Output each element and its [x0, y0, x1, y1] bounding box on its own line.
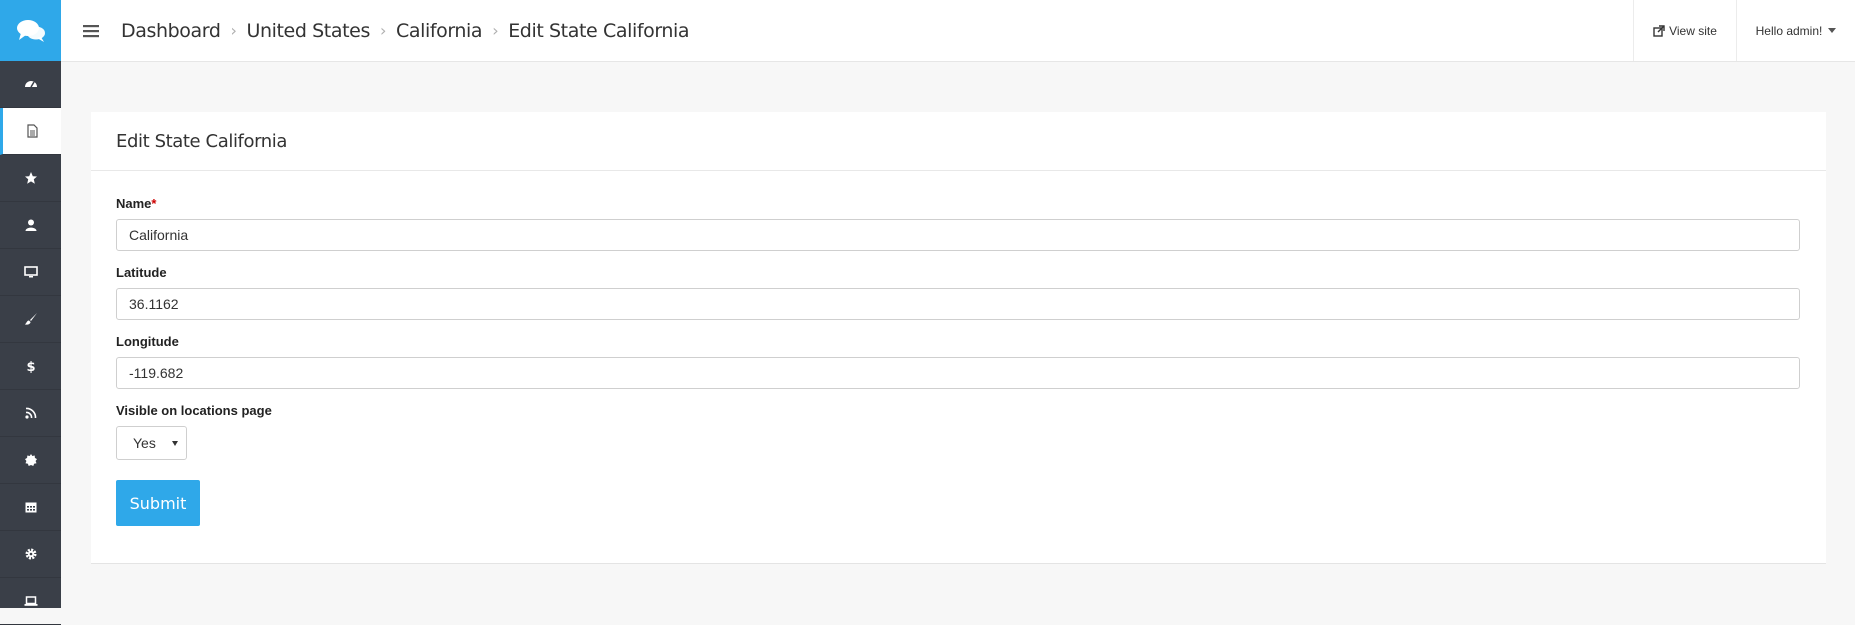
laptop-icon [24, 596, 37, 606]
breadcrumb-united-states[interactable]: United States [246, 20, 370, 42]
sidebar-item-documents[interactable] [0, 108, 61, 155]
sidebar-item-payments[interactable]: $ [0, 343, 61, 390]
required-mark: * [151, 196, 157, 211]
menu-toggle-button[interactable] [61, 0, 121, 61]
latitude-label: Latitude [116, 265, 167, 280]
breadcrumb-separator: › [492, 21, 499, 40]
breadcrumb-separator: › [230, 21, 237, 40]
star-icon [24, 172, 37, 184]
sidebar-item-calendar[interactable] [0, 484, 61, 531]
sidebar-item-feeds[interactable] [0, 390, 61, 437]
sidebar-item-badges[interactable] [0, 437, 61, 484]
longitude-label: Longitude [116, 334, 179, 349]
sidebar-item-favorites[interactable] [0, 155, 61, 202]
breadcrumb: Dashboard › United States › California ›… [121, 19, 690, 42]
name-label: Name* [116, 196, 1801, 211]
chevron-down-icon [1828, 28, 1837, 33]
latitude-field-value: 36.1162 [129, 296, 179, 312]
sidebar-item-settings[interactable] [0, 531, 61, 578]
longitude-field-value: -119.682 [129, 365, 184, 381]
view-site-label: View site [1669, 23, 1717, 38]
breadcrumb-california[interactable]: California [396, 20, 483, 42]
svg-text:$: $ [26, 360, 35, 373]
hamburger-icon [83, 24, 99, 37]
edit-state-card: Edit State California Name* California L… [91, 112, 1826, 564]
calendar-icon [25, 502, 36, 513]
user-greeting: Hello admin! [1755, 23, 1823, 38]
user-menu[interactable]: Hello admin! [1736, 0, 1855, 61]
visible-label: Visible on locations page [116, 403, 272, 418]
longitude-field[interactable]: -119.682 [116, 357, 1800, 389]
desktop-icon [23, 266, 38, 278]
latitude-field[interactable]: 36.1162 [116, 288, 1800, 320]
chat-bubbles-icon [16, 19, 45, 42]
badge-icon [24, 454, 37, 466]
gear-icon [25, 548, 36, 560]
sidebar-item-devices[interactable] [0, 578, 61, 625]
document-icon [27, 124, 38, 138]
name-field-value: California [129, 227, 189, 243]
edit-state-form: Name* California Latitude 36.1162 Longit… [91, 171, 1826, 526]
external-link-icon [1653, 24, 1665, 37]
breadcrumb-current: Edit State California [508, 19, 690, 42]
dashboard-icon [24, 81, 37, 88]
name-label-text: Name [116, 196, 152, 211]
sidebar-item-dashboard[interactable] [0, 61, 61, 108]
dollar-icon: $ [26, 360, 35, 373]
select-arrow-icon [172, 440, 178, 446]
logo[interactable] [0, 0, 61, 61]
top-bar: Dashboard › United States › California ›… [61, 0, 1855, 62]
card-title: Edit State California [91, 112, 1826, 171]
visible-select[interactable]: Yes [116, 426, 187, 460]
paint-brush-icon [24, 313, 37, 325]
sidebar: $ [0, 0, 61, 625]
submit-button[interactable]: Submit [116, 480, 200, 526]
breadcrumb-dashboard[interactable]: Dashboard [121, 20, 221, 42]
sidebar-item-display[interactable] [0, 249, 61, 296]
rss-icon [24, 407, 36, 419]
name-field[interactable]: California [116, 219, 1800, 251]
user-icon [25, 219, 36, 231]
visible-select-value: Yes [133, 435, 156, 451]
breadcrumb-separator: › [379, 21, 386, 40]
view-site-link[interactable]: View site [1633, 0, 1736, 61]
sidebar-item-users[interactable] [0, 202, 61, 249]
sidebar-item-appearance[interactable] [0, 296, 61, 343]
